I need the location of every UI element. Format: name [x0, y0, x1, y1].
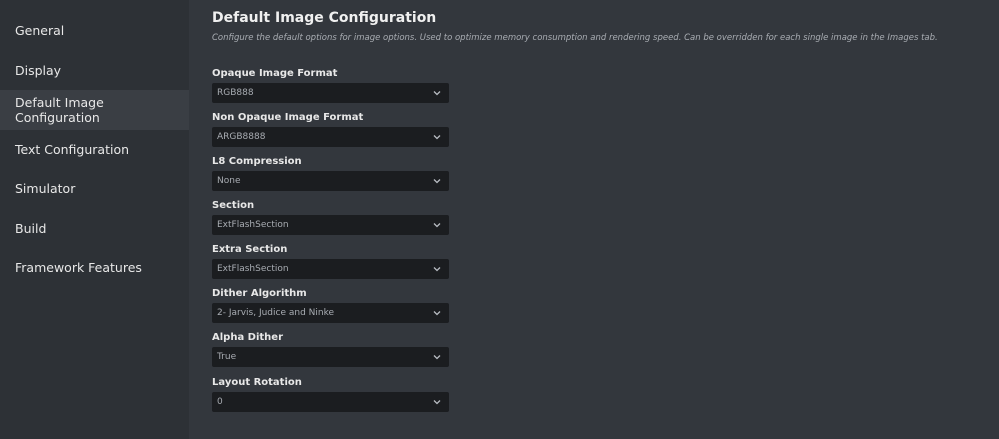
field-label: Extra Section: [212, 244, 288, 255]
sidebar-item-label: Framework Features: [15, 260, 142, 276]
chevron-down-icon: [433, 90, 441, 96]
select-value: 0: [217, 397, 223, 407]
page-description: Configure the default options for image …: [212, 33, 938, 43]
field-extra-section: Extra Section ExtFlashSection: [212, 243, 449, 279]
main-panel: Default Image Configuration Configure th…: [212, 0, 999, 439]
opaque-image-format-select[interactable]: RGB888: [212, 83, 449, 103]
chevron-down-icon: [433, 134, 441, 140]
field-layout-rotation: Layout Rotation 0: [212, 376, 449, 412]
field-label: L8 Compression: [212, 156, 302, 167]
field-opaque-image-format: Opaque Image Format RGB888: [212, 67, 449, 103]
field-label: Opaque Image Format: [212, 68, 338, 79]
page-title: Default Image Configuration: [212, 10, 437, 26]
select-value: ExtFlashSection: [217, 220, 289, 230]
sidebar-item-label: Display: [15, 62, 62, 78]
select-value: ARGB8888: [217, 132, 266, 142]
select-value: None: [217, 176, 241, 186]
field-label: Alpha Dither: [212, 332, 284, 343]
sidebar-item-label: Text Configuration: [15, 141, 130, 157]
field-label: Section: [212, 200, 255, 211]
select-value: ExtFlashSection: [217, 264, 289, 274]
alpha-dither-select[interactable]: True: [212, 347, 449, 367]
section-select[interactable]: ExtFlashSection: [212, 215, 449, 235]
field-dither-algorithm: Dither Algorithm 2- Jarvis, Judice and N…: [212, 287, 449, 323]
select-value: 2- Jarvis, Judice and Ninke: [217, 308, 335, 318]
field-non-opaque-image-format: Non Opaque Image Format ARGB8888: [212, 111, 449, 147]
non-opaque-image-format-select[interactable]: ARGB8888: [212, 127, 449, 147]
chevron-down-icon: [433, 310, 441, 316]
field-l8-compression: L8 Compression None: [212, 155, 449, 191]
chevron-down-icon: [433, 178, 441, 184]
sidebar-item-general[interactable]: General: [0, 11, 189, 51]
field-label: Layout Rotation: [212, 377, 302, 388]
dither-algorithm-select[interactable]: 2- Jarvis, Judice and Ninke: [212, 303, 449, 323]
sidebar-item-label: General: [15, 23, 65, 39]
sidebar-item-display[interactable]: Display: [0, 51, 189, 91]
layout-rotation-select[interactable]: 0: [212, 392, 449, 412]
sidebar-item-label: Build: [15, 220, 47, 236]
select-value: RGB888: [217, 88, 254, 98]
sidebar-item-build[interactable]: Build: [0, 209, 189, 249]
field-section: Section ExtFlashSection: [212, 199, 449, 235]
field-label: Dither Algorithm: [212, 288, 307, 299]
sidebar-item-default-image-configuration[interactable]: Default Image Configuration: [0, 90, 189, 130]
chevron-down-icon: [433, 222, 441, 228]
field-label: Non Opaque Image Format: [212, 112, 364, 123]
sidebar: General Display Default Image Configurat…: [0, 0, 189, 439]
sidebar-item-framework-features[interactable]: Framework Features: [0, 248, 189, 288]
extra-section-select[interactable]: ExtFlashSection: [212, 259, 449, 279]
chevron-down-icon: [433, 266, 441, 272]
sidebar-item-text-configuration[interactable]: Text Configuration: [0, 130, 189, 170]
select-value: True: [217, 352, 237, 362]
chevron-down-icon: [433, 399, 441, 405]
sidebar-item-label: Default Image Configuration: [15, 94, 104, 125]
field-alpha-dither: Alpha Dither True: [212, 331, 449, 367]
sidebar-item-label: Simulator: [15, 181, 76, 197]
l8-compression-select[interactable]: None: [212, 171, 449, 191]
sidebar-item-simulator[interactable]: Simulator: [0, 169, 189, 209]
chevron-down-icon: [433, 354, 441, 360]
